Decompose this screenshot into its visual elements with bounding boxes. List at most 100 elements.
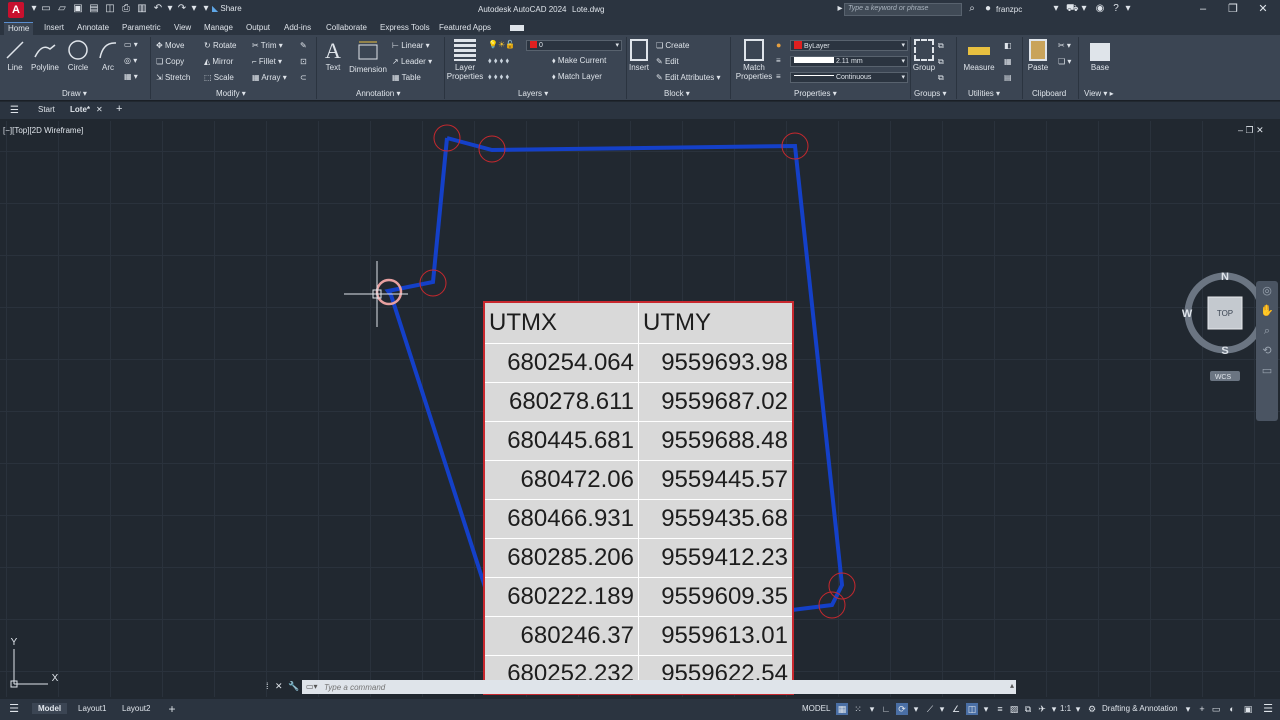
gradient-icon[interactable]: ▦ ▾ (124, 72, 138, 81)
explode-icon[interactable]: ⊡ (300, 57, 307, 66)
annotation-panel-label[interactable]: Annotation ▾ (356, 89, 401, 98)
customization-menu-icon[interactable]: ☰ (1262, 703, 1274, 715)
modify-panel-label[interactable]: Modify ▾ (216, 89, 246, 98)
tab-collaborate[interactable]: Collaborate (322, 22, 371, 35)
nav-wheel-icon[interactable]: ◎ (1256, 281, 1278, 301)
utmx-cell[interactable]: 680472.06 (483, 459, 639, 500)
edit-attributes-button[interactable]: ✎ Edit Attributes ▾ (656, 73, 721, 82)
command-history-icon[interactable]: ▭▾ (306, 682, 318, 691)
grid-toggle-icon[interactable]: ▦ (836, 703, 848, 715)
lineweight-dropdown[interactable]: 2.11 mm ▾ (790, 56, 908, 67)
table-row[interactable]: 680278.611 9559687.02 (483, 381, 794, 422)
command-settings-icon[interactable]: 🔧 (288, 681, 299, 692)
group-select-icon[interactable]: ⧉ (938, 73, 944, 83)
tab-manage[interactable]: Manage (200, 22, 237, 35)
isodraft-dropdown-icon[interactable]: ▾ (936, 703, 948, 715)
utmx-cell[interactable]: 680285.206 (483, 537, 639, 578)
tab-parametric[interactable]: Parametric (118, 22, 165, 35)
command-input[interactable] (302, 680, 1016, 694)
ribbon-minimize-icon[interactable] (510, 25, 524, 31)
edit-block-button[interactable]: ✎ Edit (656, 57, 679, 66)
offset-icon[interactable]: ⊂ (300, 73, 307, 82)
cart-icon[interactable]: ⛟ (1066, 3, 1079, 15)
table-row[interactable]: 680445.681 9559688.48 (483, 420, 794, 461)
selection-cycling-icon[interactable]: ⧉ (1022, 703, 1034, 715)
restore-icon[interactable]: ❐ (1226, 2, 1240, 16)
layer-tools-row-1[interactable]: ⬧ ⬧ ⬧ ⬧ (488, 56, 509, 66)
open-web-icon[interactable]: ◫ (104, 3, 116, 15)
calculator-icon[interactable]: ▦ (1004, 57, 1012, 66)
tab-add-ins[interactable]: Add-ins (280, 22, 315, 35)
utmy-cell[interactable]: 9559412.23 (638, 537, 794, 578)
orbit-icon[interactable]: ⟲ (1256, 341, 1278, 361)
fillet-button[interactable]: ⌐ Fillet ▾ (252, 57, 282, 66)
text-tool[interactable]: A Text (322, 39, 344, 73)
tab-model[interactable]: Model (32, 703, 68, 714)
navigation-bar[interactable]: ◎ ✋ ⌕ ⟲ ▭ (1256, 281, 1278, 421)
circle-tool[interactable]: Circle (66, 39, 90, 72)
utmy-cell[interactable]: 9559445.57 (638, 459, 794, 500)
hatch-icon[interactable]: ◎ ▾ (124, 56, 137, 65)
compass-west[interactable]: W (1182, 308, 1193, 320)
match-layer-button[interactable]: ⬧ Match Layer (552, 72, 602, 82)
isolate-objects-icon[interactable]: ◐ (1226, 703, 1238, 715)
table-row[interactable]: 680254.064 9559693.98 (483, 342, 794, 383)
view-panel-label[interactable]: View ▾ ▸ (1084, 89, 1114, 98)
snap-mode-icon[interactable]: ⁙ (852, 703, 864, 715)
tab-insert[interactable]: Insert (40, 22, 68, 35)
annotation-monitor-icon[interactable]: + (1196, 703, 1208, 715)
properties-panel-label[interactable]: Properties ▾ (794, 89, 837, 98)
command-grip-icon[interactable]: ⁞ (266, 681, 269, 691)
arc-tool[interactable]: Arc (97, 39, 119, 72)
dimension-tool[interactable]: Dimension (348, 39, 388, 74)
annotation-visibility-icon[interactable]: ✈ (1036, 703, 1048, 715)
erase-icon[interactable]: ✎ (300, 41, 307, 50)
utmy-cell[interactable]: 9559688.48 (638, 420, 794, 461)
app-menu-chevron-icon[interactable]: ▾ (28, 3, 40, 15)
compass-north[interactable]: N (1221, 271, 1229, 283)
create-block-button[interactable]: ❏ Create (656, 41, 689, 50)
utmy-cell[interactable]: 9559435.68 (638, 498, 794, 539)
pan-icon[interactable]: ✋ (1256, 301, 1278, 321)
export-icon[interactable]: ▥ (136, 3, 148, 15)
tab-output[interactable]: Output (242, 22, 274, 35)
utmx-cell[interactable]: 680254.064 (483, 342, 639, 383)
table-button[interactable]: ▦ Table (392, 73, 421, 82)
clean-screen-icon[interactable]: ▣ (1242, 703, 1254, 715)
model-space-toggle[interactable]: MODEL (802, 704, 830, 713)
user-dropdown-icon[interactable]: ▾ (1050, 3, 1062, 15)
copy-clip-icon[interactable]: ❏ ▾ (1058, 57, 1071, 66)
new-tab-icon[interactable]: + (116, 103, 122, 115)
tab-home[interactable]: Home (4, 22, 34, 35)
utmx-cell[interactable]: 680222.189 (483, 576, 639, 617)
utmy-cell[interactable]: 9559613.01 (638, 615, 794, 656)
array-button[interactable]: ▦ Array ▾ (252, 73, 287, 82)
linear-button[interactable]: ⊢ Linear ▾ (392, 41, 430, 50)
close-icon[interactable]: ✕ (1256, 2, 1270, 16)
object-snap-icon[interactable]: ◫ (966, 703, 978, 715)
group-edit-icon[interactable]: ⧉ (938, 57, 944, 67)
utmx-cell[interactable]: 680445.681 (483, 420, 639, 461)
paste-tool[interactable]: Paste (1026, 39, 1050, 72)
insert-tool[interactable]: Insert (628, 39, 650, 72)
tab-featured-apps[interactable]: Featured Apps (435, 22, 495, 35)
base-tool[interactable]: Base (1088, 39, 1112, 72)
table-row[interactable]: 680222.189 9559609.35 (483, 576, 794, 617)
tab-annotate[interactable]: Annotate (73, 22, 113, 35)
osnap-dropdown-icon[interactable]: ▾ (980, 703, 992, 715)
move-button[interactable]: ✥ Move (156, 41, 185, 50)
tab-layout2[interactable]: Layout2 (116, 703, 156, 714)
tab-express-tools[interactable]: Express Tools (376, 22, 434, 35)
scale-button[interactable]: ⬚ Scale (204, 73, 234, 82)
minimize-icon[interactable]: – (1196, 2, 1210, 16)
user-icon[interactable]: ● (982, 3, 994, 15)
leader-button[interactable]: ↗ Leader ▾ (392, 57, 432, 66)
layer-tools-row-2[interactable]: ⬧ ⬧ ⬧ ⬧ (488, 72, 509, 82)
ungroup-icon[interactable]: ⧉ (938, 41, 944, 51)
annotation-visibility-dropdown-icon[interactable]: ▾ (1048, 703, 1060, 715)
lineweight-toggle-icon[interactable]: ≡ (994, 703, 1006, 715)
workspace-gear-icon[interactable]: ⚙ (1086, 703, 1098, 715)
linetype-dropdown[interactable]: Continuous ▾ (790, 72, 908, 83)
coordinates-table[interactable]: UTMX UTMY 680254.064 9559693.98 680278.611… (483, 301, 794, 695)
open-file-icon[interactable]: ▱ (56, 3, 68, 15)
